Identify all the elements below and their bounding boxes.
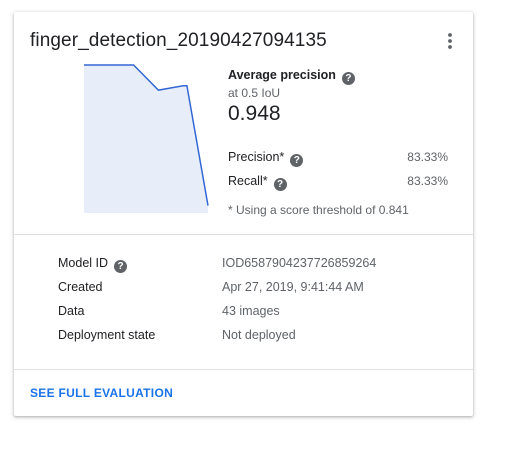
pr-area [84, 65, 208, 213]
divider [14, 369, 473, 370]
recall-value: 83.33% [407, 174, 448, 188]
see-full-evaluation-link[interactable]: SEE FULL EVALUATION [30, 386, 173, 400]
recall-label: Recall* [228, 174, 268, 188]
precision-heading: Precision*? [228, 150, 304, 167]
detail-value: Apr 27, 2019, 9:41:44 AM [222, 280, 364, 294]
detail-value: 43 images [222, 304, 280, 318]
detail-row-deployment-state: Deployment state Not deployed [58, 328, 458, 346]
model-title: finger_detection_20190427094135 [30, 30, 327, 51]
average-precision-heading: Average precision? [228, 68, 355, 85]
detail-label: Data [58, 304, 85, 318]
detail-row-data: Data 43 images [58, 304, 458, 322]
detail-label: Created [58, 280, 103, 294]
more-vert-icon [448, 33, 452, 49]
detail-label: Deployment state [58, 328, 156, 342]
help-icon[interactable]: ? [273, 178, 287, 191]
average-precision-value: 0.948 [228, 102, 281, 125]
average-precision-label: Average precision [228, 68, 336, 82]
help-icon[interactable]: ? [114, 260, 128, 273]
precision-value: 83.33% [407, 150, 448, 164]
detail-label: Model ID? [58, 256, 128, 273]
precision-recall-chart [84, 64, 209, 213]
detail-value: IOD6587904237726859264 [222, 256, 377, 270]
detail-row-model-id: Model ID? IOD6587904237726859264 [58, 256, 458, 274]
average-precision-subtitle: at 0.5 IoU [228, 86, 281, 100]
help-icon[interactable]: ? [290, 154, 304, 167]
model-card: finger_detection_20190427094135 Average … [14, 12, 473, 416]
help-icon[interactable]: ? [341, 72, 355, 85]
threshold-note: * Using a score threshold of 0.841 [228, 203, 409, 217]
more-menu-button[interactable] [438, 30, 462, 54]
recall-heading: Recall*? [228, 174, 287, 191]
divider [14, 234, 473, 235]
precision-label: Precision* [228, 150, 285, 164]
detail-row-created: Created Apr 27, 2019, 9:41:44 AM [58, 280, 458, 298]
detail-value: Not deployed [222, 328, 296, 342]
